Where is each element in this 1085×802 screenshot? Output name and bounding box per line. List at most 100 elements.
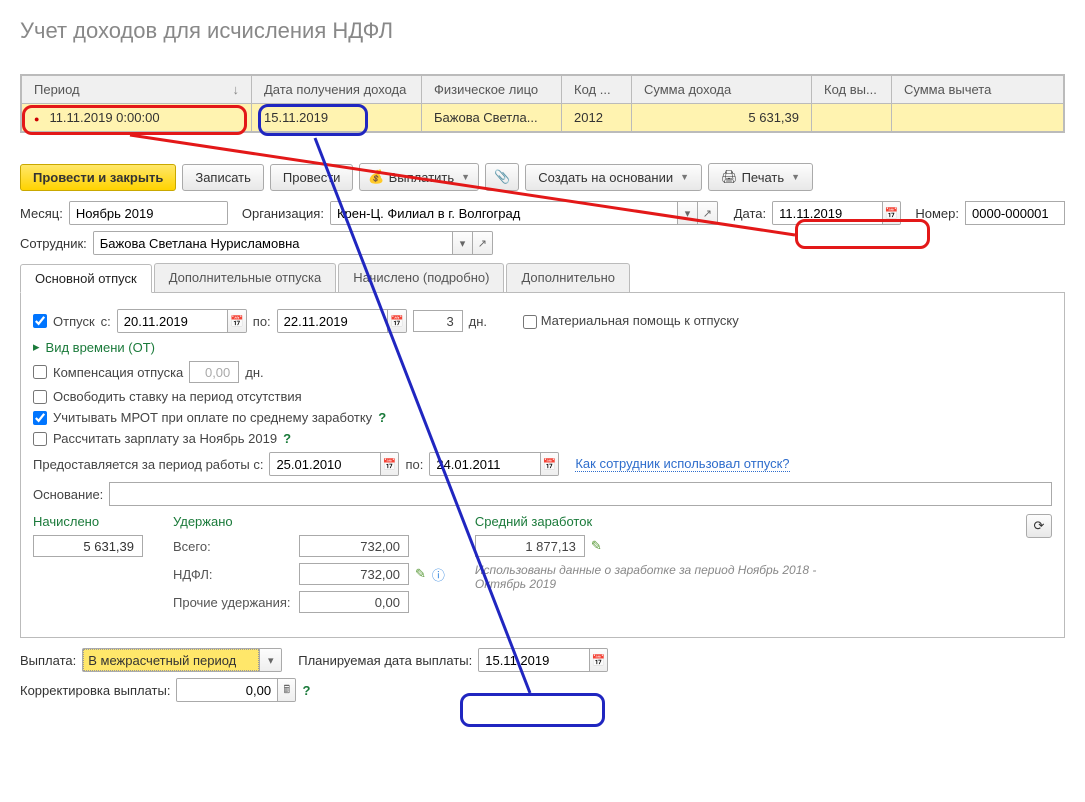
help-icon[interactable]: ? — [283, 431, 291, 446]
number-label: Номер: — [915, 206, 959, 221]
document-toolbar: Провести и закрыть Записать Провести 💰Вы… — [20, 163, 1065, 191]
tab-accrued-detail[interactable]: Начислено (подробно) — [338, 263, 504, 292]
chevron-down-icon[interactable]: ▾ — [452, 232, 472, 254]
printer-icon: 🖨 — [721, 169, 738, 185]
tabs: Основной отпуск Дополнительные отпуска Н… — [20, 263, 1065, 293]
chevron-down-icon[interactable]: ▾ — [677, 202, 697, 224]
mrot-label: Учитывать МРОТ при оплате по среднему за… — [53, 410, 372, 425]
col-code[interactable]: Код ... — [562, 76, 632, 104]
dot-icon: ● — [34, 114, 39, 124]
calc-icon[interactable]: 🖩 — [277, 679, 295, 701]
to-label: по: — [253, 314, 271, 329]
mat-help-checkbox[interactable] — [523, 315, 537, 329]
expand-time-type-icon[interactable]: ▸ — [33, 339, 40, 355]
clip-icon: 📎 — [494, 169, 510, 185]
pay-label: Выплата: — [20, 653, 76, 668]
planned-date-input[interactable] — [479, 649, 588, 671]
compensation-label: Компенсация отпуска — [53, 365, 183, 380]
basis-input[interactable] — [109, 482, 1052, 506]
info-icon[interactable]: ⓘ — [432, 565, 445, 584]
col-person[interactable]: Физическое лицо — [422, 76, 562, 104]
compensation-value[interactable]: 0,00 — [189, 361, 239, 383]
calendar-icon[interactable]: 📅 — [589, 649, 608, 671]
withheld-label: Удержано — [173, 514, 445, 529]
calendar-icon[interactable]: 📅 — [387, 310, 406, 332]
income-grid[interactable]: Период↓ Дата получения дохода Физическое… — [20, 74, 1065, 133]
col-period[interactable]: Период↓ — [22, 76, 252, 104]
calendar-icon[interactable]: 📅 — [227, 310, 246, 332]
release-rate-label: Освободить ставку на период отсутствия — [53, 389, 302, 404]
date-input[interactable] — [773, 202, 882, 224]
refresh-icon: ⟳ — [1034, 518, 1045, 534]
mrot-checkbox[interactable] — [33, 411, 47, 425]
time-type-link[interactable]: Вид времени (ОТ) — [46, 340, 155, 355]
employee-input[interactable] — [94, 232, 452, 254]
other-withheld-value: 0,00 — [299, 591, 409, 613]
period-to-input[interactable] — [430, 453, 539, 475]
employee-label: Сотрудник: — [20, 236, 87, 251]
chevron-down-icon: ▼ — [461, 172, 470, 182]
attach-button[interactable]: 📎 — [485, 163, 519, 191]
vacation-from-input[interactable] — [118, 310, 227, 332]
calendar-icon[interactable]: 📅 — [380, 453, 399, 475]
number-input[interactable] — [965, 201, 1065, 225]
avg-earn-label: Средний заработок — [475, 514, 865, 529]
vsego-value: 732,00 — [299, 535, 409, 557]
calc-salary-checkbox[interactable] — [33, 432, 47, 446]
avg-earn-info: Использованы данные о заработке за перио… — [475, 563, 865, 591]
org-input[interactable] — [331, 202, 677, 224]
calendar-icon[interactable]: 📅 — [882, 202, 901, 224]
post-close-button[interactable]: Провести и закрыть — [20, 164, 176, 191]
month-input[interactable] — [70, 202, 228, 224]
vsego-label: Всего: — [173, 539, 293, 554]
col-income-date[interactable]: Дата получения дохода — [252, 76, 422, 104]
days-suffix: дн. — [469, 314, 487, 329]
open-icon[interactable]: ↗ — [472, 232, 492, 254]
how-used-link[interactable]: Как сотрудник использовал отпуск? — [575, 456, 789, 472]
pencil-icon[interactable]: ✎ — [591, 538, 602, 554]
save-button[interactable]: Записать — [182, 164, 264, 191]
vacation-label: Отпуск — [53, 314, 95, 329]
table-row[interactable]: ●11.11.2019 0:00:00 15.11.2019 Бажова Св… — [22, 104, 1064, 132]
tab-additional-vacation[interactable]: Дополнительные отпуска — [154, 263, 337, 292]
tab-main-vacation[interactable]: Основной отпуск — [20, 264, 152, 293]
avg-earn-value: 1 877,13 — [475, 535, 585, 557]
ndfl-label: НДФЛ: — [173, 567, 293, 582]
calendar-icon[interactable]: 📅 — [540, 453, 559, 475]
compensation-suffix: дн. — [245, 365, 263, 380]
col-amount[interactable]: Сумма дохода — [632, 76, 812, 104]
chevron-down-icon[interactable]: ▾ — [259, 649, 281, 671]
col-deduct-code[interactable]: Код вы... — [812, 76, 892, 104]
month-label: Месяц: — [20, 206, 63, 221]
post-button[interactable]: Провести — [270, 164, 354, 191]
tab-content-main: Отпуск с: 📅 по: 📅 3 дн. Материальная пом… — [20, 293, 1065, 638]
vacation-checkbox[interactable] — [33, 314, 47, 328]
page-title: Учет доходов для исчисления НДФЛ — [0, 0, 1085, 54]
pay-mode-input[interactable]: В межрасчетный период — [83, 649, 259, 671]
vacation-to-input[interactable] — [278, 310, 387, 332]
period-work-label: Предоставляется за период работы с: — [33, 457, 263, 472]
days-value[interactable]: 3 — [413, 310, 463, 332]
release-rate-checkbox[interactable] — [33, 390, 47, 404]
from-label: с: — [101, 314, 111, 329]
open-icon[interactable]: ↗ — [697, 202, 717, 224]
refresh-button[interactable]: ⟳ — [1026, 514, 1052, 538]
correction-input[interactable] — [177, 679, 277, 701]
print-button[interactable]: 🖨Печать▼ — [708, 163, 813, 191]
tab-additional[interactable]: Дополнительно — [506, 263, 630, 292]
help-icon[interactable]: ? — [378, 410, 386, 425]
calc-salary-label: Рассчитать зарплату за Ноябрь 2019 — [53, 431, 277, 446]
pencil-icon[interactable]: ✎ — [415, 566, 426, 582]
chevron-down-icon: ▼ — [680, 172, 689, 182]
correction-label: Корректировка выплаты: — [20, 683, 170, 698]
accrued-label: Начислено — [33, 514, 143, 529]
ndfl-value: 732,00 — [299, 563, 409, 585]
col-deduct-amount[interactable]: Сумма вычета — [892, 76, 1064, 104]
accrued-value[interactable]: 5 631,39 — [33, 535, 143, 557]
period-to-label: по: — [405, 457, 423, 472]
compensation-checkbox[interactable] — [33, 365, 47, 379]
pay-split-button[interactable]: 💰Выплатить▼ — [359, 163, 479, 191]
period-from-input[interactable] — [270, 453, 379, 475]
help-icon[interactable]: ? — [302, 683, 310, 698]
create-basis-button[interactable]: Создать на основании▼ — [525, 164, 702, 191]
